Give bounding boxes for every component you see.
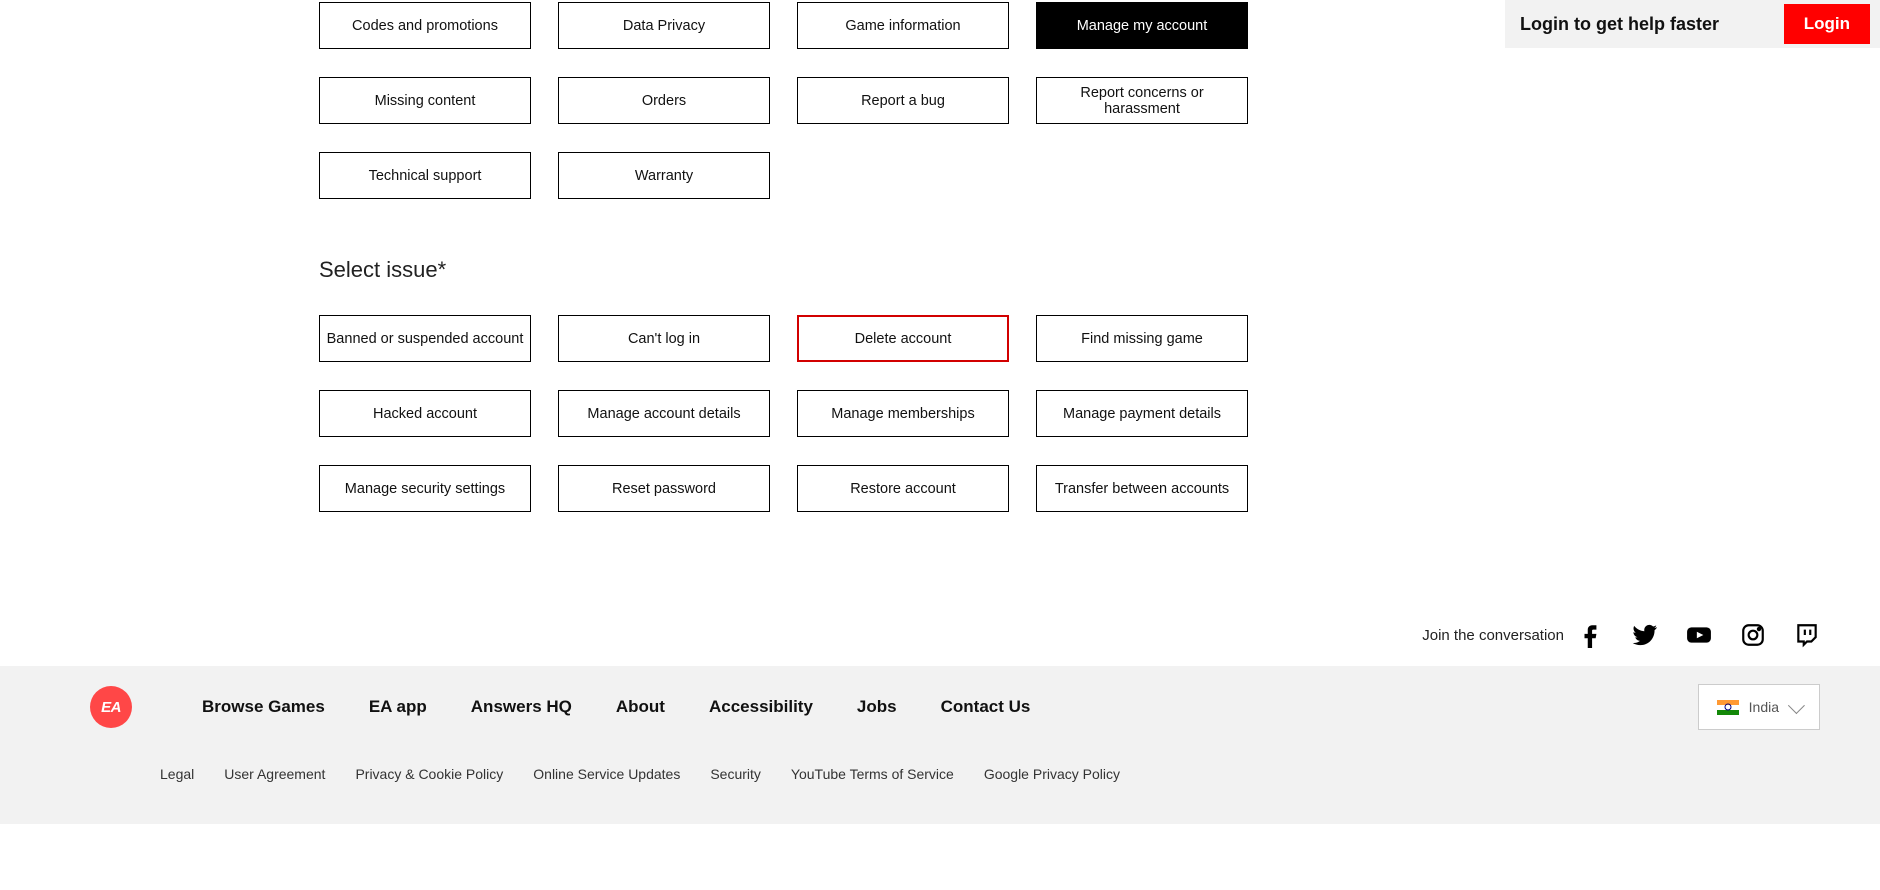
footer-secondary-link-0[interactable]: Legal bbox=[160, 766, 194, 782]
conversation-row: Join the conversation bbox=[0, 622, 1880, 648]
youtube-icon[interactable] bbox=[1686, 622, 1712, 648]
conversation-text: Join the conversation bbox=[1422, 627, 1564, 644]
login-bar: Login to get help faster Login bbox=[1505, 0, 1880, 48]
footer-primary-link-1[interactable]: EA app bbox=[369, 697, 427, 717]
issue-tile-label: Manage account details bbox=[587, 406, 740, 422]
footer-primary-links: Browse Games EA app Answers HQ About Accessi… bbox=[202, 697, 1030, 717]
login-button[interactable]: Login bbox=[1784, 4, 1870, 44]
topic-tile-5[interactable]: Orders bbox=[558, 77, 770, 124]
topic-tile-3[interactable]: Manage my account bbox=[1036, 2, 1248, 49]
issue-tile-1[interactable]: Can't log in bbox=[558, 315, 770, 362]
issue-tile-label: Restore account bbox=[850, 481, 956, 497]
instagram-icon[interactable] bbox=[1740, 622, 1766, 648]
footer-primary-link-4[interactable]: Accessibility bbox=[709, 697, 813, 717]
issue-tile-label: Find missing game bbox=[1081, 331, 1203, 347]
issue-tile-label: Manage memberships bbox=[831, 406, 974, 422]
issue-tile-8[interactable]: Manage security settings bbox=[319, 465, 531, 512]
ea-logo[interactable]: EA bbox=[90, 686, 132, 728]
facebook-icon[interactable] bbox=[1578, 622, 1604, 648]
login-bar-text: Login to get help faster bbox=[1520, 14, 1719, 35]
topic-tile-0[interactable]: Codes and promotions bbox=[319, 2, 531, 49]
issue-tile-label: Hacked account bbox=[373, 406, 477, 422]
topic-tile-label: Warranty bbox=[635, 168, 693, 184]
topic-tile-label: Orders bbox=[642, 93, 686, 109]
issue-tile-label: Manage security settings bbox=[345, 481, 505, 497]
flag-india-icon bbox=[1717, 700, 1739, 715]
topic-tile-label: Codes and promotions bbox=[352, 18, 498, 34]
twitter-icon[interactable] bbox=[1632, 622, 1658, 648]
issue-tile-9[interactable]: Reset password bbox=[558, 465, 770, 512]
topic-grid: Codes and promotions Data Privacy Game inf… bbox=[319, 2, 1251, 199]
issue-tile-2[interactable]: Delete account bbox=[797, 315, 1009, 362]
issue-tile-label: Delete account bbox=[855, 331, 952, 347]
select-issue-heading: Select issue* bbox=[319, 257, 1251, 283]
twitch-icon[interactable] bbox=[1794, 622, 1820, 648]
topic-tile-6[interactable]: Report a bug bbox=[797, 77, 1009, 124]
topic-tile-1[interactable]: Data Privacy bbox=[558, 2, 770, 49]
region-picker[interactable]: India bbox=[1698, 684, 1820, 730]
footer-inner: EA Browse Games EA app Answers HQ About Acce… bbox=[0, 684, 1880, 730]
footer-secondary-link-3[interactable]: Online Service Updates bbox=[533, 766, 680, 782]
topic-tile-8[interactable]: Technical support bbox=[319, 152, 531, 199]
issue-tile-label: Manage payment details bbox=[1063, 406, 1221, 422]
main-content: Codes and promotions Data Privacy Game inf… bbox=[319, 0, 1251, 512]
topic-tile-label: Manage my account bbox=[1077, 18, 1208, 34]
footer-secondary-link-2[interactable]: Privacy & Cookie Policy bbox=[355, 766, 503, 782]
footer-primary-link-2[interactable]: Answers HQ bbox=[471, 697, 572, 717]
footer-primary-link-3[interactable]: About bbox=[616, 697, 665, 717]
chevron-down-icon bbox=[1788, 697, 1805, 714]
footer-left: EA Browse Games EA app Answers HQ About Acce… bbox=[90, 686, 1030, 728]
issue-tile-label: Reset password bbox=[612, 481, 716, 497]
issue-tile-6[interactable]: Manage memberships bbox=[797, 390, 1009, 437]
issue-grid: Banned or suspended account Can't log in D… bbox=[319, 315, 1251, 512]
footer-primary-link-5[interactable]: Jobs bbox=[857, 697, 897, 717]
issue-tile-0[interactable]: Banned or suspended account bbox=[319, 315, 531, 362]
issue-tile-4[interactable]: Hacked account bbox=[319, 390, 531, 437]
issue-tile-label: Transfer between accounts bbox=[1055, 481, 1229, 497]
topic-tile-label: Game information bbox=[845, 18, 960, 34]
footer-primary-link-0[interactable]: Browse Games bbox=[202, 697, 325, 717]
topic-tile-label: Missing content bbox=[375, 93, 476, 109]
issue-tile-label: Banned or suspended account bbox=[327, 331, 524, 347]
topic-tile-7[interactable]: Report concerns or harassment bbox=[1036, 77, 1248, 124]
issue-tile-11[interactable]: Transfer between accounts bbox=[1036, 465, 1248, 512]
footer-secondary-link-4[interactable]: Security bbox=[710, 766, 761, 782]
footer-primary-link-6[interactable]: Contact Us bbox=[941, 697, 1031, 717]
issue-tile-label: Can't log in bbox=[628, 331, 700, 347]
region-label: India bbox=[1749, 699, 1779, 715]
topic-tile-label: Report concerns or harassment bbox=[1043, 85, 1241, 117]
topic-tile-4[interactable]: Missing content bbox=[319, 77, 531, 124]
footer: EA Browse Games EA app Answers HQ About Acce… bbox=[0, 666, 1880, 824]
issue-tile-5[interactable]: Manage account details bbox=[558, 390, 770, 437]
issue-tile-7[interactable]: Manage payment details bbox=[1036, 390, 1248, 437]
topic-tile-label: Technical support bbox=[369, 168, 482, 184]
footer-secondary-link-6[interactable]: Google Privacy Policy bbox=[984, 766, 1120, 782]
footer-secondary-link-1[interactable]: User Agreement bbox=[224, 766, 325, 782]
footer-secondary-link-5[interactable]: YouTube Terms of Service bbox=[791, 766, 954, 782]
topic-tile-label: Report a bug bbox=[861, 93, 945, 109]
issue-tile-3[interactable]: Find missing game bbox=[1036, 315, 1248, 362]
topic-tile-9[interactable]: Warranty bbox=[558, 152, 770, 199]
topic-tile-2[interactable]: Game information bbox=[797, 2, 1009, 49]
footer-secondary-links: Legal User Agreement Privacy & Cookie Poli… bbox=[0, 730, 1880, 782]
issue-tile-10[interactable]: Restore account bbox=[797, 465, 1009, 512]
topic-tile-label: Data Privacy bbox=[623, 18, 705, 34]
